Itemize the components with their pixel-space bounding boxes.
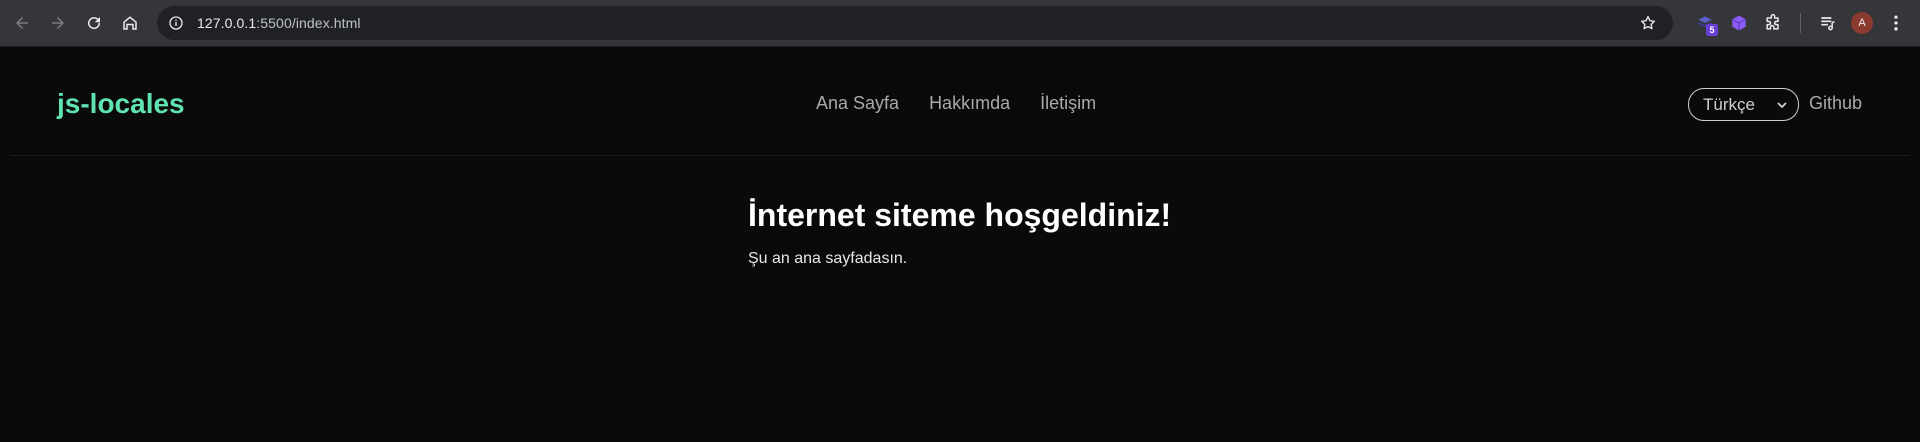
profile-avatar-button[interactable]: A	[1845, 6, 1879, 40]
nav-link-home[interactable]: Ana Sayfa	[816, 93, 899, 114]
chevron-down-icon	[1777, 102, 1787, 109]
nav-link-about[interactable]: Hakkımda	[929, 93, 1010, 114]
site-logo[interactable]: js-locales	[57, 88, 185, 120]
extension-cube-icon[interactable]	[1722, 6, 1756, 40]
extension-badge: 5	[1706, 24, 1718, 36]
bookmark-star-icon[interactable]	[1631, 6, 1665, 40]
url-text[interactable]: 127.0.0.1:5500/index.html	[197, 15, 361, 31]
browser-right-tools: 5 A	[1688, 6, 1913, 40]
github-link[interactable]: Github	[1809, 93, 1862, 114]
back-button[interactable]	[5, 6, 39, 40]
page-title: İnternet siteme hoşgeldiniz!	[748, 197, 1172, 233]
browser-menu-button[interactable]	[1879, 6, 1913, 40]
toolbar-divider	[1800, 13, 1801, 33]
url-path: :5500/index.html	[256, 15, 361, 31]
language-selected-value: Türkçe	[1703, 94, 1755, 114]
language-select[interactable]: Türkçe	[1688, 88, 1799, 121]
arrow-right-icon	[52, 17, 64, 29]
address-bar[interactable]: 127.0.0.1:5500/index.html	[157, 6, 1673, 40]
home-button[interactable]	[113, 6, 147, 40]
main-content: İnternet siteme hoşgeldiniz! Şu an ana s…	[748, 197, 1171, 268]
page-description: Şu an ana sayfadasın.	[748, 250, 908, 267]
forward-button[interactable]	[41, 6, 75, 40]
site-header: js-locales Ana Sayfa Hakkımda İletişim T…	[10, 47, 1910, 156]
reload-icon	[88, 17, 101, 30]
extension-stack-icon[interactable]: 5	[1688, 6, 1722, 40]
browser-nav-buttons	[5, 6, 147, 40]
reload-button[interactable]	[77, 6, 111, 40]
main-nav: Ana Sayfa Hakkımda İletişim	[816, 93, 1096, 114]
browser-toolbar: 127.0.0.1:5500/index.html 5 A	[0, 0, 1920, 47]
more-vertical-icon	[1894, 15, 1898, 31]
arrow-left-icon	[16, 17, 28, 29]
url-host: 127.0.0.1	[197, 15, 257, 31]
nav-link-contact[interactable]: İletişim	[1040, 93, 1096, 114]
avatar: A	[1851, 12, 1873, 34]
reading-list-icon[interactable]	[1811, 6, 1845, 40]
home-icon	[123, 16, 137, 30]
web-page: js-locales Ana Sayfa Hakkımda İletişim T…	[0, 47, 1920, 442]
extensions-puzzle-icon[interactable]	[1756, 6, 1790, 40]
site-info-icon[interactable]	[159, 6, 193, 40]
